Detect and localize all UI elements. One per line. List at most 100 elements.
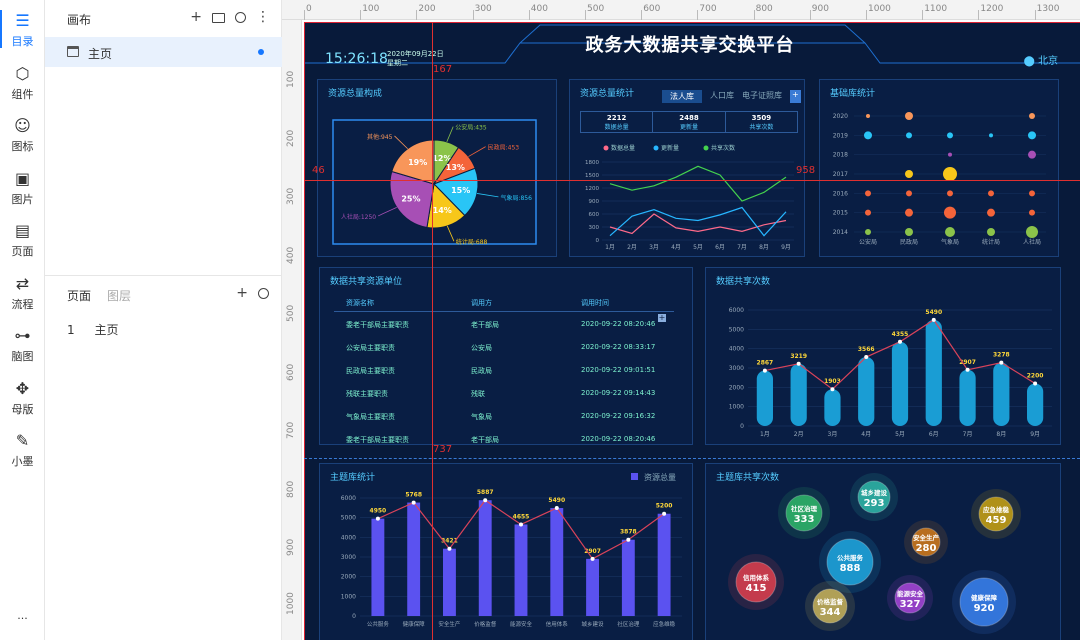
x-tick-label: 统计局 xyxy=(982,238,1000,246)
rail-item-3[interactable]: ▣ 图片 xyxy=(0,169,45,207)
tab-layers[interactable]: 图层 xyxy=(107,287,131,304)
search-icon[interactable] xyxy=(235,11,246,23)
guide-vertical[interactable] xyxy=(432,22,433,640)
ruler-tick-label: 400 xyxy=(286,246,296,264)
canvas-list-item-home[interactable]: 主页 xyxy=(45,37,282,67)
scatter-point xyxy=(1029,113,1035,119)
scatter-point xyxy=(943,167,957,181)
bar xyxy=(478,500,492,616)
ruler-tick xyxy=(641,10,643,20)
add-page-icon[interactable]: + xyxy=(236,285,248,301)
x-tick-label: 气象局 xyxy=(941,238,959,246)
x-tick-label: 5月 xyxy=(895,431,905,438)
scatter-point xyxy=(944,206,956,219)
folder-icon[interactable] xyxy=(212,13,225,23)
x-tick-label: 7月 xyxy=(737,244,747,251)
ruler-top: 0 100 200 300 400 500 600 700 800 900 1000 1100 1200… xyxy=(282,0,1080,20)
guide-label-top: 167 xyxy=(433,64,453,75)
page-list-item[interactable]: 1 主页 xyxy=(67,321,118,338)
data-label: 2907 xyxy=(959,359,976,366)
data-label: 5887 xyxy=(477,489,494,496)
y-tick-label: 2018 xyxy=(833,152,848,159)
x-tick-label: 社区治理 xyxy=(617,620,640,628)
ruler-tick-label: 800 xyxy=(755,4,773,14)
ruler-tick xyxy=(922,10,924,20)
rail-label: 图片 xyxy=(11,192,34,206)
table-cell: 老干部局 xyxy=(471,321,499,329)
ruler-tick-label: 700 xyxy=(699,4,717,14)
x-tick-label: 9月 xyxy=(1030,431,1040,438)
bar xyxy=(1027,383,1044,426)
rail-item-0[interactable]: ☰ 目录 xyxy=(0,10,45,49)
scatter-point xyxy=(987,208,995,217)
pie-percent-label: 15% xyxy=(451,186,470,195)
title-bar: 政务大数据共享交换平台 xyxy=(505,23,875,63)
ruler-tick-label: 300 xyxy=(474,4,492,14)
ruler-tick xyxy=(304,10,305,20)
bar xyxy=(407,502,421,616)
more-icon[interactable]: ··· xyxy=(0,612,45,625)
x-tick-label: 人社局 xyxy=(1023,238,1041,246)
trend-point xyxy=(965,367,970,372)
data-label: 4355 xyxy=(892,331,909,338)
guide-label-right: 958 xyxy=(796,165,816,176)
guide-horizontal[interactable] xyxy=(304,180,1080,181)
bubble-name: 应急维稳 xyxy=(983,505,1010,514)
data-label: 3278 xyxy=(993,352,1010,359)
bubble-value: 459 xyxy=(986,515,1007,526)
rail-item-2[interactable]: ☺ 图标 xyxy=(0,117,45,154)
table-row[interactable]: 委老干部局主要职责 老干部局 2020-09-22 08:20:46 xyxy=(334,427,674,450)
ruler-tick-label: 0 xyxy=(306,4,312,14)
table-row[interactable]: 公安局主要职责 公安局 2020-09-22 08:33:17 xyxy=(334,335,674,358)
table-cell: 老干部局 xyxy=(471,436,499,444)
table-row[interactable]: 民政局主要职责 民政局 2020-09-22 09:01:51 xyxy=(334,358,674,381)
more-icon[interactable]: ⋮ xyxy=(256,9,270,25)
table-row[interactable]: 委老干部局主要职责 老干部局 2020-09-22 08:20:46 xyxy=(334,312,674,335)
y-tick-label: 2000 xyxy=(341,574,356,581)
scatter-point xyxy=(945,227,955,237)
tab-pages[interactable]: 页面 xyxy=(67,287,91,304)
dashboard-canvas[interactable]: 政务大数据共享交换平台 15:26:18 2020年09月22日 星期二 ⬤ 北… xyxy=(304,22,1080,640)
trend-point xyxy=(483,498,488,503)
x-tick-label: 6月 xyxy=(929,431,939,438)
add-icon[interactable]: + xyxy=(190,9,202,25)
scatter-chart: 2014 2015 2016 2017 2018 2019 2020 公安局 民政局 气象局 统计局… xyxy=(833,112,1046,246)
table-cell: 2020-09-22 08:33:17 xyxy=(581,343,656,351)
data-label: 5490 xyxy=(925,309,942,316)
table-cell: 2020-09-22 09:16:32 xyxy=(581,412,656,420)
panel-base-library: 基础库统计 2014 2015 2016 2017 2018 2019 2020 公安局 民政局… xyxy=(819,79,1059,257)
rail-item-7[interactable]: ✥ 母版 xyxy=(0,378,45,417)
trend-point xyxy=(864,355,869,360)
table-cell: 2020-09-22 09:01:51 xyxy=(581,366,656,374)
search-page-icon[interactable] xyxy=(258,287,269,299)
rail-item-5[interactable]: ⇄ 流程 xyxy=(0,274,45,312)
trend-point xyxy=(796,361,801,366)
canvas-item-label: 主页 xyxy=(88,47,113,61)
y-tick-label: 2017 xyxy=(833,171,848,178)
y-tick-label: 5000 xyxy=(729,326,744,333)
bar xyxy=(993,362,1010,426)
table-cell: 公安局 xyxy=(471,344,492,352)
panel-theme-share: 主题库共享次数 社区治理 333 城乡建设 293 应急维稳 459 安全生产 280 公共服务… xyxy=(705,463,1061,640)
active-dot xyxy=(258,49,264,55)
pie-leader xyxy=(377,207,397,217)
rail-item-8[interactable]: ✎ 小墨 xyxy=(0,432,45,469)
x-tick-label: 7月 xyxy=(963,431,973,438)
x-tick-label: 3月 xyxy=(649,244,659,251)
series-line xyxy=(609,165,787,202)
ruler-tick-label: 600 xyxy=(286,363,296,381)
rail-item-6[interactable]: ⊶ 脑图 xyxy=(0,327,45,364)
rail-label: 小墨 xyxy=(11,455,34,468)
panel-resource-stats: 资源总量统计 法人库 人口库 电子证照库 + 2212 数据总量 2488 更新量 35… xyxy=(569,79,805,257)
table-row[interactable]: 残联主要职责 残联 2020-09-22 09:14:43 xyxy=(334,381,674,404)
ruler-tick-label: 200 xyxy=(418,4,436,14)
rail-item-1[interactable]: ⬡ 组件 xyxy=(0,64,45,102)
table-cell: 2020-09-22 08:20:46 xyxy=(581,320,656,328)
bar xyxy=(891,341,909,426)
guide-label-left: 46 xyxy=(312,165,325,176)
column-header: 调用时间 xyxy=(581,299,609,307)
rail-item-4[interactable]: ▤ 页面 xyxy=(0,222,45,259)
master-icon: ✥ xyxy=(15,378,30,398)
table-row[interactable]: 气象局主要职责 气象局 2020-09-22 09:16:32 xyxy=(334,404,674,427)
trend-point xyxy=(830,387,835,392)
